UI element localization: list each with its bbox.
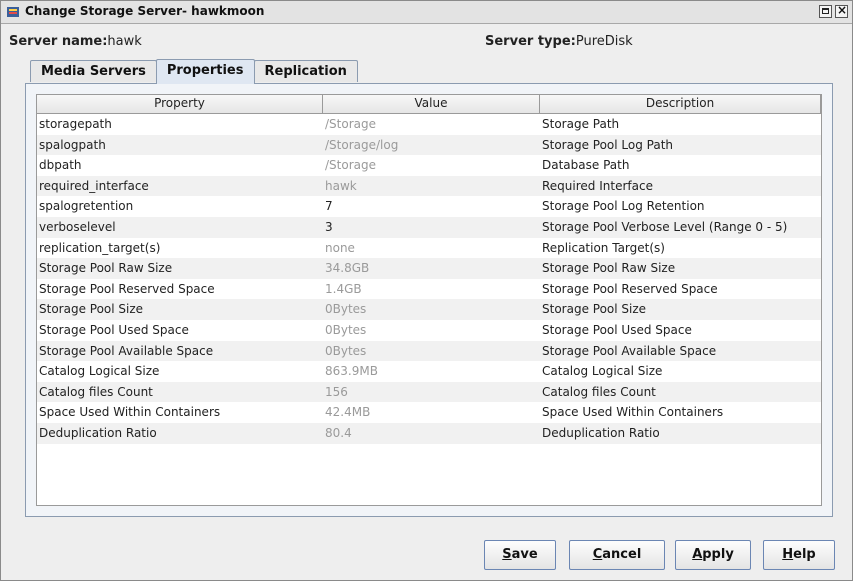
description-cell: Catalog Logical Size	[542, 364, 663, 379]
server-type-value: PureDisk	[575, 34, 633, 49]
table-row[interactable]: Storage Pool Size 0Bytes Storage Pool Size	[37, 299, 821, 320]
table-row[interactable]: Storage Pool Available Space 0Bytes Storag…	[37, 340, 821, 362]
description-cell: Catalog files Count	[542, 384, 656, 399]
value-cell: /Storage/log	[325, 137, 399, 152]
table-row[interactable]: Storage Pool Raw Size 34.8GB Storage Pool …	[37, 258, 821, 279]
maximize-icon[interactable]	[819, 5, 832, 18]
server-type-label: Server type:	[485, 34, 576, 49]
value-cell: /Storage	[325, 158, 376, 173]
table-row[interactable]: Storage Pool Used Space 0Bytes Storage Poo…	[37, 320, 821, 341]
tab-properties[interactable]: Properties	[155, 59, 255, 84]
dialog-window: Change Storage Server- hawkmoon × Server…	[0, 0, 853, 581]
description-cell: Database Path	[542, 158, 630, 173]
value-cell[interactable]: 7	[323, 196, 540, 217]
value-cell: 863.9MB	[325, 364, 378, 379]
table-row[interactable]: Storage Pool Reserved Space 1.4GB Storage …	[37, 279, 821, 300]
table-row[interactable]: Catalog files Count 156 Catalog files Coun…	[37, 381, 821, 403]
value-cell: 42.4MB	[325, 405, 371, 420]
property-cell: Catalog Logical Size	[39, 364, 160, 379]
property-cell: Storage Pool Raw Size	[39, 261, 173, 276]
description-cell: Storage Pool Size	[542, 302, 647, 317]
value-cell: 1.4GB	[325, 281, 362, 296]
value-cell: 0Bytes	[325, 322, 367, 337]
description-cell: Storage Pool Used Space	[542, 322, 692, 337]
property-cell: storagepath	[39, 117, 112, 131]
tab-media-servers[interactable]: Media Servers	[30, 60, 157, 82]
description-cell: Required Interface	[542, 178, 653, 193]
value-cell: hawk	[325, 178, 357, 193]
property-cell: Deduplication Ratio	[39, 425, 157, 440]
properties-table[interactable]: Property Value Description storagepath/S…	[36, 94, 822, 506]
close-icon[interactable]: ×	[835, 3, 848, 18]
table-row[interactable]: spalogpath/Storage/log Storage Pool Log P…	[37, 134, 821, 156]
tab-replication[interactable]: Replication	[253, 60, 358, 82]
properties-panel: Property Value Description storagepath/S…	[25, 83, 833, 517]
app-icon	[7, 7, 19, 17]
window-title: Change Storage Server- hawkmoon	[25, 4, 265, 18]
value-cell: 0Bytes	[325, 302, 367, 317]
table-body: storagepath/Storage Storage Path spalogpat…	[37, 114, 821, 444]
description-cell: Storage Pool Log Path	[542, 137, 674, 152]
property-cell: Storage Pool Available Space	[39, 343, 214, 358]
value-cell: none	[325, 240, 355, 255]
description-cell: Storage Pool Verbose Level (Range 0 - 5)	[542, 219, 788, 234]
value-cell: 34.8GB	[325, 261, 370, 276]
table-row[interactable]: storagepath/Storage Storage Path	[37, 114, 821, 135]
description-cell: Storage Pool Raw Size	[542, 261, 676, 276]
value-cell: 80.4	[325, 425, 352, 440]
table-row[interactable]: required_interface hawk Required Interface	[37, 175, 821, 197]
table-row[interactable]: Catalog Logical Size 863.9MB Catalog Logic…	[37, 361, 821, 382]
property-cell: spalogpath	[39, 137, 106, 152]
server-name-value: hawk	[107, 34, 142, 49]
table-row[interactable]: verboselevel 3 Storage Pool Verbose Level …	[37, 216, 821, 238]
description-cell: Storage Path	[542, 117, 620, 131]
property-cell: Storage Pool Used Space	[39, 322, 189, 337]
apply-button[interactable]: Apply	[675, 540, 751, 570]
description-cell: Storage Pool Log Retention	[542, 199, 705, 214]
property-cell: Storage Pool Reserved Space	[39, 281, 215, 296]
description-cell: Storage Pool Available Space	[542, 343, 717, 358]
column-header-property[interactable]: Property	[37, 95, 323, 113]
property-cell: Space Used Within Containers	[39, 405, 221, 420]
table-row[interactable]: Space Used Within Containers 42.4MB Space …	[37, 402, 821, 423]
description-cell: Space Used Within Containers	[542, 405, 724, 420]
value-cell: 156	[325, 384, 348, 399]
table-row[interactable]: dbpath/Storage Database Path	[37, 155, 821, 176]
column-header-value[interactable]: Value	[323, 95, 540, 113]
property-cell: required_interface	[39, 178, 149, 193]
description-cell: Storage Pool Reserved Space	[542, 281, 718, 296]
server-name-info: Server name:hawk	[9, 34, 142, 49]
property-cell: verboselevel	[39, 219, 116, 234]
cancel-button[interactable]: Cancel	[569, 540, 665, 570]
value-cell: /Storage	[325, 117, 376, 131]
description-cell: Replication Target(s)	[542, 240, 665, 255]
property-cell: Storage Pool Size	[39, 302, 144, 317]
property-cell: dbpath	[39, 158, 82, 173]
value-cell[interactable]: 3	[323, 217, 540, 238]
title-bar[interactable]: Change Storage Server- hawkmoon ×	[1, 1, 852, 24]
server-name-label: Server name:	[9, 34, 108, 49]
save-button[interactable]: Save	[484, 540, 556, 570]
tab-bar: Media Servers Properties Replication	[30, 59, 358, 84]
table-header: Property Value Description	[37, 95, 821, 114]
property-cell: Catalog files Count	[39, 384, 153, 399]
help-button[interactable]: Help	[763, 540, 835, 570]
server-type-info: Server type:PureDisk	[485, 34, 633, 49]
property-cell: spalogretention	[39, 199, 134, 214]
property-cell: replication_target(s)	[39, 240, 161, 255]
value-cell: 0Bytes	[325, 343, 367, 358]
table-row[interactable]: Deduplication Ratio 80.4 Deduplication Rat…	[37, 422, 821, 444]
table-row[interactable]: spalogretention 7 Storage Pool Log Retenti…	[37, 196, 821, 217]
description-cell: Deduplication Ratio	[542, 425, 660, 440]
table-row[interactable]: replication_target(s) none Replication Tar…	[37, 238, 821, 259]
column-header-description[interactable]: Description	[540, 95, 821, 113]
